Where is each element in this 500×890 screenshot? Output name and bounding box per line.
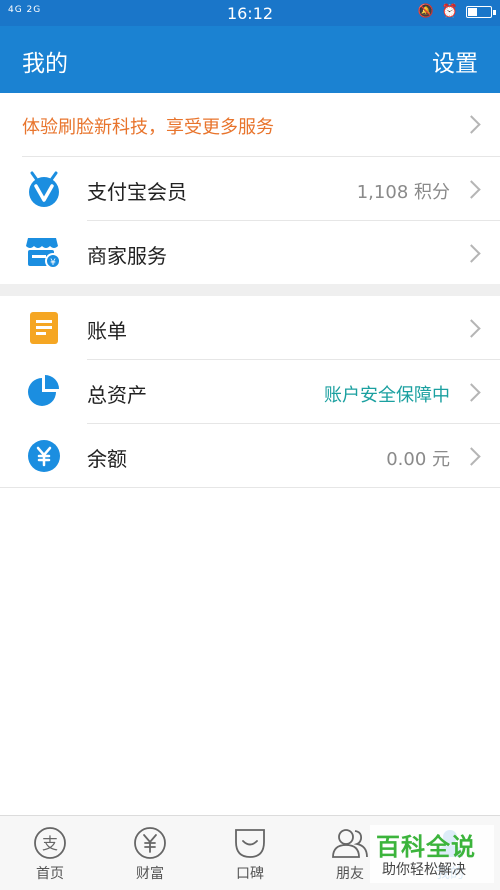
svg-text:¥: ¥: [50, 258, 56, 268]
bill-label: 账单: [87, 319, 127, 343]
member-badge-icon: [29, 171, 59, 207]
divider: [0, 487, 500, 488]
page-header: 我的 设置: [0, 26, 500, 93]
status-bar: 4G 2G 16:12 🔕 ⏰: [0, 0, 500, 26]
yuan-icon: [28, 440, 60, 472]
tab-wealth[interactable]: 财富: [100, 816, 200, 890]
tab-home[interactable]: 支 首页: [0, 816, 100, 890]
chevron-right-icon: [462, 244, 481, 263]
yuan-coin-icon: [134, 827, 166, 859]
chevron-right-icon: [462, 115, 481, 134]
section-gap: [0, 284, 500, 296]
tab-label: 口碑: [236, 866, 264, 882]
status-icons: 🔕 ⏰: [417, 4, 496, 19]
page-title: 我的: [22, 51, 68, 77]
alarm-icon: ⏰: [441, 4, 458, 19]
tab-koubei[interactable]: 口碑: [200, 816, 300, 890]
pie-chart-icon: [28, 375, 59, 406]
promo-text: 体验刷脸新科技，享受更多服务: [22, 117, 274, 138]
assets-row[interactable]: 总资产 账户安全保障中: [0, 360, 500, 423]
chevron-right-icon: [462, 319, 481, 338]
member-row[interactable]: 支付宝会员 1,108 积分: [0, 157, 500, 220]
balance-amount: 0.00 元: [386, 449, 450, 470]
merchant-label: 商家服务: [87, 244, 167, 268]
balance-row[interactable]: 余额 0.00 元: [0, 424, 500, 487]
member-points: 1,108 积分: [356, 182, 450, 203]
bill-row[interactable]: 账单: [0, 296, 500, 359]
chevron-right-icon: [462, 447, 481, 466]
watermark-title: 百科全说: [376, 833, 476, 861]
merchant-row[interactable]: ¥ 商家服务: [0, 221, 500, 284]
balance-label: 余额: [87, 447, 127, 471]
bell-off-icon: 🔕: [417, 4, 434, 19]
bill-document-icon: [30, 312, 58, 344]
promo-row[interactable]: 体验刷脸新科技，享受更多服务: [0, 93, 500, 156]
assets-label: 总资产: [87, 383, 147, 407]
alipay-home-icon: 支: [34, 827, 66, 859]
assets-security-status: 账户安全保障中: [324, 385, 450, 406]
member-label: 支付宝会员: [87, 180, 187, 204]
watermark-logo: 百科全说 助你轻松解决: [370, 825, 494, 883]
koubei-smile-icon: [235, 829, 265, 858]
tab-label: 首页: [36, 866, 64, 882]
friends-icon: [332, 829, 368, 858]
watermark-subtitle: 助你轻松解决: [382, 862, 466, 878]
store-icon: ¥: [26, 238, 61, 269]
chevron-right-icon: [462, 383, 481, 402]
tab-label: 财富: [136, 866, 164, 882]
battery-icon: [466, 5, 496, 18]
svg-text:支: 支: [42, 834, 58, 853]
settings-button[interactable]: 设置: [432, 44, 478, 78]
chevron-right-icon: [462, 180, 481, 199]
